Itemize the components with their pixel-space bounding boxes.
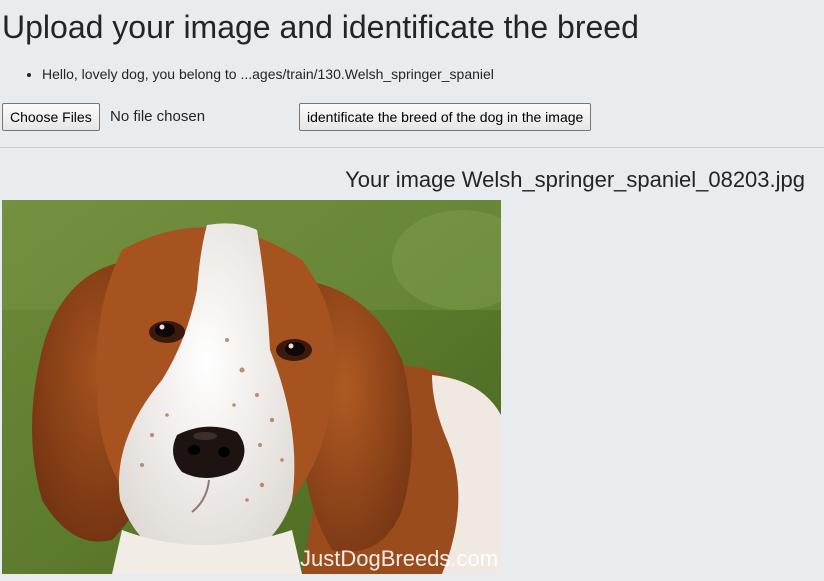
result-message: Hello, lovely dog, you belong to ...ages… xyxy=(42,64,494,84)
dog-photo: JustDogBreeds.com xyxy=(2,200,501,574)
choose-files-button[interactable]: Choose Files xyxy=(2,103,100,131)
identify-breed-button[interactable]: identificate the breed of the dog in the… xyxy=(299,103,592,131)
watermark-text: JustDogBreeds.com xyxy=(300,546,498,571)
file-status-text: No file chosen xyxy=(110,108,206,125)
upload-form: Choose Files No file chosen identificate… xyxy=(2,103,822,131)
image-caption: Your image Welsh_springer_spaniel_08203.… xyxy=(345,167,805,192)
result-list: Hello, lovely dog, you belong to ...ages… xyxy=(2,64,494,84)
divider xyxy=(0,147,824,148)
dog-photo-illustration: JustDogBreeds.com xyxy=(2,200,501,574)
page-title: Upload your image and identificate the b… xyxy=(2,9,639,45)
